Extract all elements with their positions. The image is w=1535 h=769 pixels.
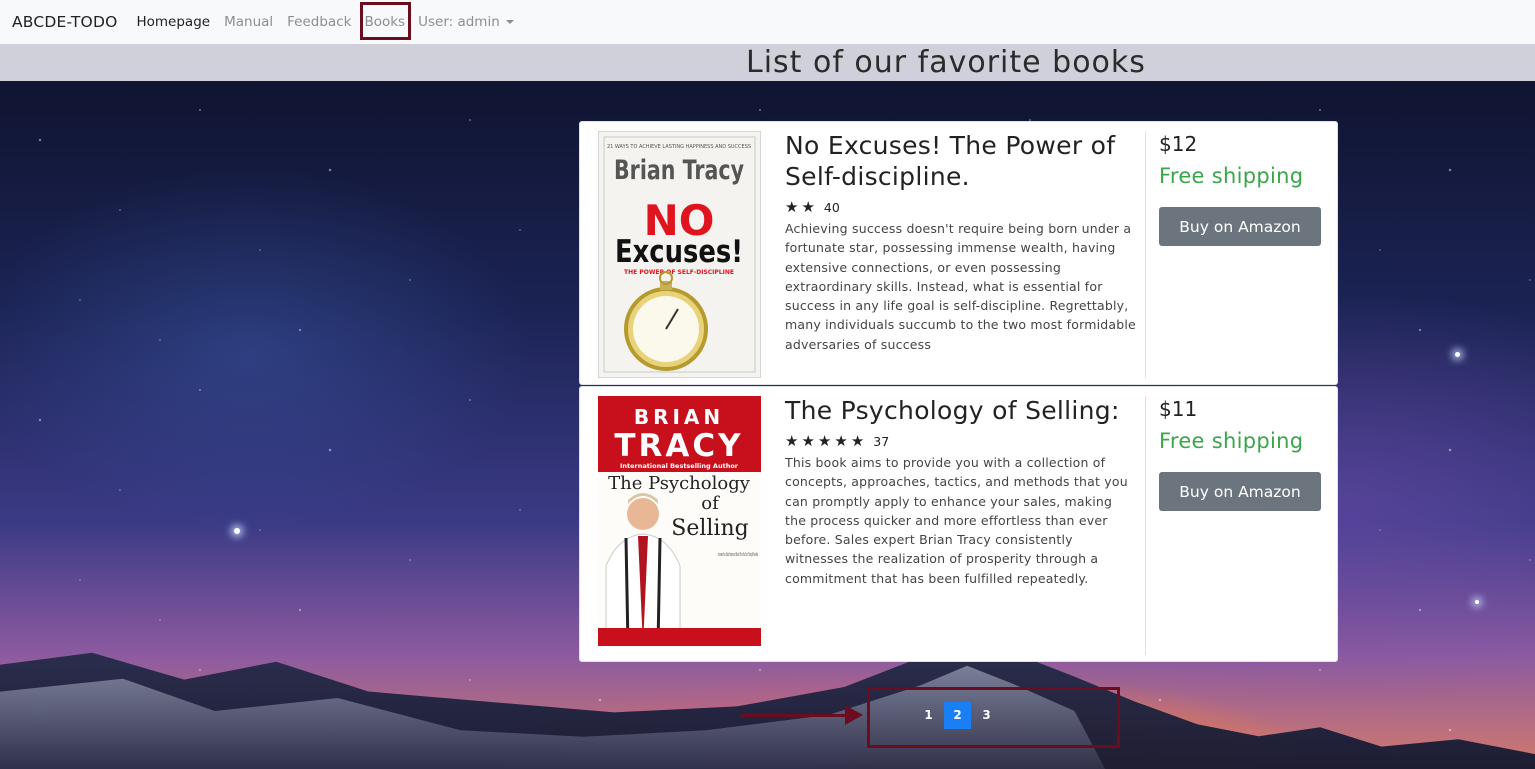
book-title[interactable]: No Excuses! The Power of Self-discipline…: [785, 130, 1137, 192]
book-details: No Excuses! The Power of Self-discipline…: [785, 130, 1137, 354]
cover-title-line2: of: [701, 493, 720, 514]
price: $12: [1159, 132, 1198, 156]
divider: [1145, 396, 1146, 655]
shipping-info: Free shipping: [1159, 429, 1304, 453]
bright-star: [1455, 352, 1460, 357]
cover-author-last: TRACY: [614, 428, 743, 464]
annotation-box-books: [360, 2, 411, 40]
rating-count: 37: [873, 433, 890, 449]
buy-on-amazon-button[interactable]: Buy on Amazon: [1159, 472, 1321, 511]
divider: [1145, 131, 1146, 378]
cover-tagline: International Bestselling Author: [620, 462, 739, 470]
nav-homepage[interactable]: Homepage: [137, 14, 211, 30]
annotation-arrow-head: [845, 705, 863, 725]
cover-author: Brian Tracy: [614, 155, 744, 186]
cover-subtitle: THE POWER OF SELF-DISCIPLINE: [624, 269, 734, 276]
rating: ★ ★ ★ ★ ★ 37: [785, 432, 1137, 450]
star-icon: ★: [785, 432, 799, 450]
pagination: 1 2 3: [915, 702, 1002, 729]
book-card: BRIAN TRACY International Bestselling Au…: [579, 386, 1338, 662]
bright-star: [234, 528, 240, 534]
book-card: 21 WAYS TO ACHIEVE LASTING HAPPINESS AND…: [579, 121, 1338, 385]
cover-blurb: Increase Your Sales Faster and Easier Th…: [718, 552, 758, 558]
bright-star: [1475, 600, 1479, 604]
cover-author-first: BRIAN: [634, 405, 724, 429]
book-description: Achieving success doesn't require being …: [785, 221, 1136, 352]
rating-count: 40: [823, 199, 840, 215]
book-description: This book aims to provide you with a col…: [785, 455, 1128, 586]
brand-logo[interactable]: ABCDE-TODO: [12, 13, 118, 31]
book-details: The Psychology of Selling: ★ ★ ★ ★ ★ 37 …: [785, 395, 1137, 588]
cover-title-line3: Selling: [671, 516, 748, 541]
top-navbar: ABCDE-TODO Homepage Manual Feedback Book…: [0, 0, 1535, 44]
buy-on-amazon-button[interactable]: Buy on Amazon: [1159, 207, 1321, 246]
price-column: $11 Free shipping Buy on Amazon: [1159, 395, 1321, 511]
page-link-2[interactable]: 2: [944, 702, 971, 729]
cover-tagline: 21 WAYS TO ACHIEVE LASTING HAPPINESS AND…: [607, 144, 751, 150]
nav-feedback[interactable]: Feedback: [287, 14, 351, 30]
user-dropdown-label: User: admin: [418, 14, 500, 30]
star-icon: ★: [834, 432, 848, 450]
book-cover-psychology-of-selling[interactable]: BRIAN TRACY International Bestselling Au…: [598, 396, 761, 646]
cover-title-line2: Excuses!: [615, 234, 743, 270]
cover-title-line1: The Psychology: [608, 473, 751, 494]
nav-manual[interactable]: Manual: [224, 14, 273, 30]
page-link-3[interactable]: 3: [973, 702, 1000, 729]
chevron-down-icon: [505, 20, 514, 24]
page-link-1[interactable]: 1: [915, 702, 942, 729]
star-icon: ★: [801, 432, 815, 450]
annotation-arrow: [741, 714, 856, 717]
star-icon: ★: [850, 432, 865, 450]
star-icon: ★: [817, 432, 832, 450]
user-dropdown[interactable]: User: admin: [418, 14, 514, 30]
star-icon: ★: [801, 198, 815, 216]
page-title: List of our favorite books: [746, 45, 1146, 80]
star-icon: ★: [785, 198, 799, 216]
book-cover-no-excuses[interactable]: 21 WAYS TO ACHIEVE LASTING HAPPINESS AND…: [598, 131, 761, 378]
price-column: $12 Free shipping Buy on Amazon: [1159, 130, 1321, 246]
shipping-info: Free shipping: [1159, 164, 1304, 188]
price: $11: [1159, 397, 1198, 421]
rating: ★ ★ 40: [785, 198, 1137, 216]
book-title[interactable]: The Psychology of Selling:: [785, 395, 1137, 426]
